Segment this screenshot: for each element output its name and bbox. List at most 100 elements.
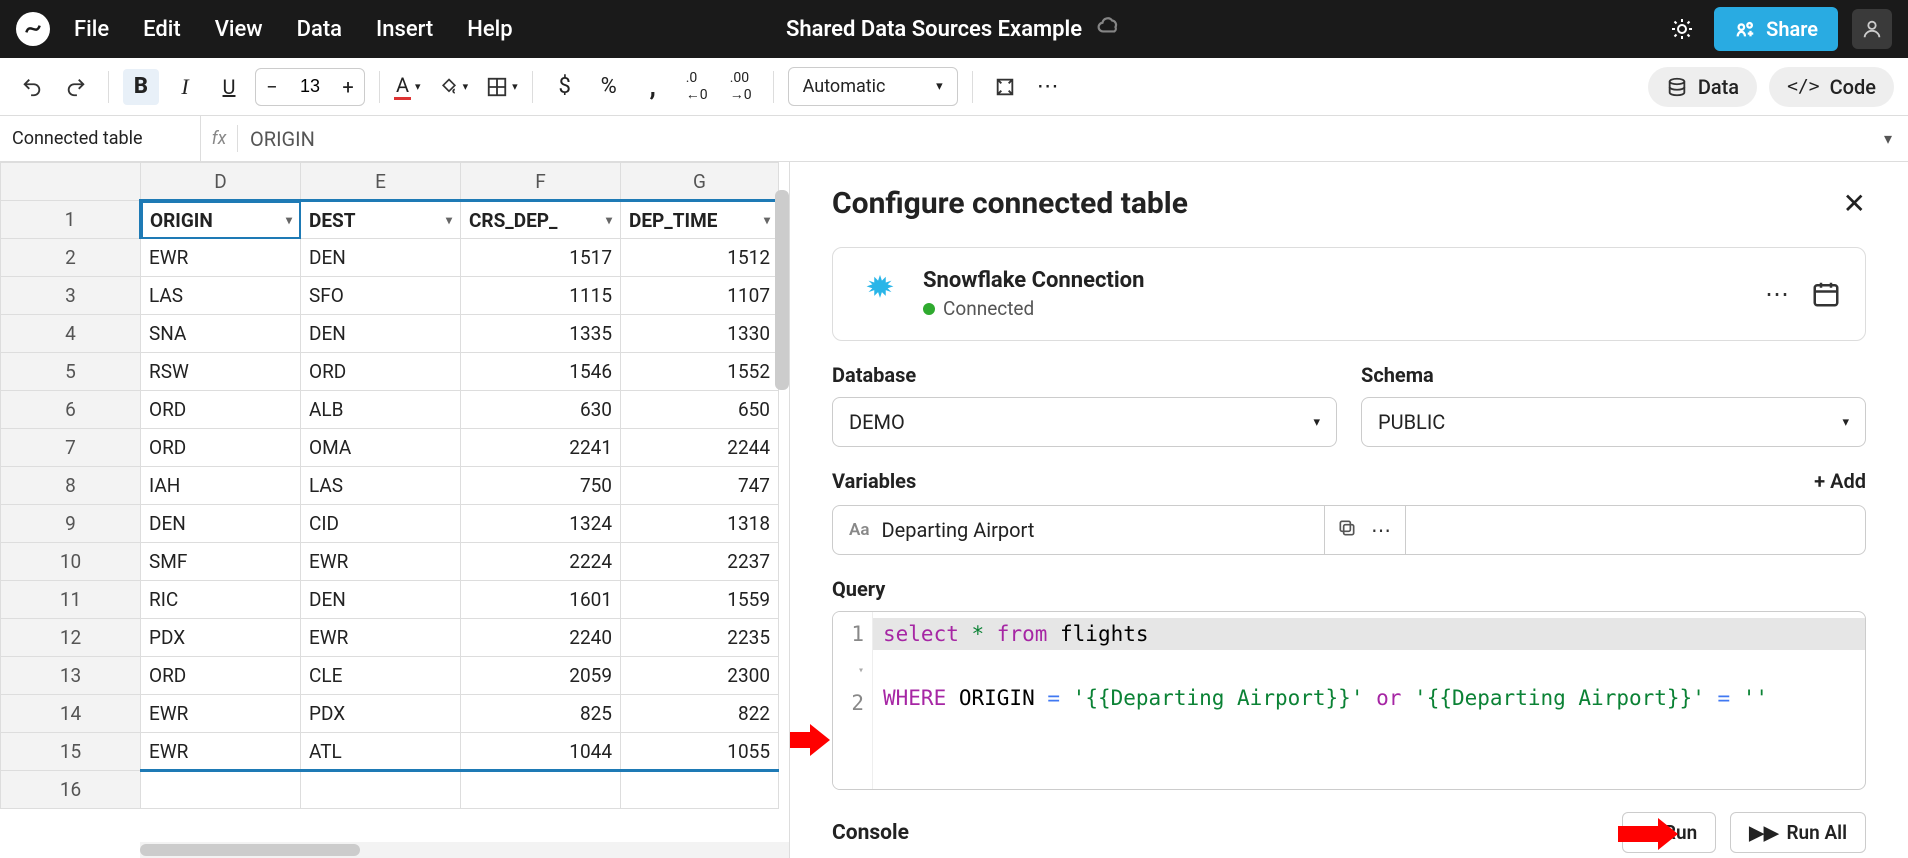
formula-input[interactable]: ORIGIN (238, 127, 1868, 151)
cell[interactable]: EWR (301, 543, 461, 581)
horizontal-scrollbar[interactable] (140, 842, 789, 858)
cell[interactable]: 2300 (621, 657, 779, 695)
table-header-cell[interactable]: DEST▾ (301, 201, 461, 239)
col-header-G[interactable]: G (621, 163, 779, 201)
underline-button[interactable]: U (211, 69, 247, 105)
cell[interactable]: PDX (301, 695, 461, 733)
cell[interactable]: ORD (141, 657, 301, 695)
calendar-icon[interactable] (1811, 279, 1841, 309)
col-header-E[interactable]: E (301, 163, 461, 201)
menu-insert[interactable]: Insert (376, 17, 433, 42)
cell[interactable]: 1324 (461, 505, 621, 543)
cell[interactable]: 1517 (461, 239, 621, 277)
text-color-button[interactable]: A ▾ (394, 73, 421, 100)
cell[interactable]: DEN (301, 315, 461, 353)
table-header-cell[interactable]: ORIGIN▾ (141, 201, 301, 239)
row-header[interactable]: 16 (1, 771, 141, 809)
font-size-decrease[interactable]: − (256, 75, 288, 99)
editor-body[interactable]: select * from flights WHERE ORIGIN = '{{… (873, 612, 1865, 789)
font-size-increase[interactable]: + (332, 75, 364, 99)
cell[interactable]: 822 (621, 695, 779, 733)
cell[interactable]: 1552 (621, 353, 779, 391)
row-header[interactable]: 3 (1, 277, 141, 315)
cloud-sync-icon[interactable] (1096, 13, 1122, 45)
row-header[interactable]: 2 (1, 239, 141, 277)
cell[interactable]: SFO (301, 277, 461, 315)
font-size-stepper[interactable]: − + (255, 68, 365, 106)
cell[interactable]: ALB (301, 391, 461, 429)
close-icon[interactable]: ✕ (1843, 187, 1866, 220)
database-select[interactable]: DEMO ▾ (832, 397, 1337, 447)
cell[interactable]: ORD (141, 429, 301, 467)
row-header[interactable]: 1 (1, 201, 141, 239)
bold-button[interactable]: B (123, 69, 159, 105)
filter-dropdown-icon[interactable]: ▾ (446, 213, 452, 227)
expand-button[interactable] (987, 69, 1023, 105)
row-header[interactable]: 15 (1, 733, 141, 771)
cell[interactable] (461, 771, 621, 809)
menu-view[interactable]: View (215, 17, 263, 42)
cell[interactable]: 1559 (621, 581, 779, 619)
cell[interactable] (621, 771, 779, 809)
row-header[interactable]: 8 (1, 467, 141, 505)
query-editor[interactable]: 1 ▾ 2 select * from flights WHERE ORIGIN… (832, 611, 1866, 790)
cell[interactable]: ORD (141, 391, 301, 429)
cell[interactable]: 1330 (621, 315, 779, 353)
cell[interactable]: ORD (301, 353, 461, 391)
cell[interactable]: 747 (621, 467, 779, 505)
user-menu-icon[interactable] (1852, 9, 1892, 49)
code-panel-toggle[interactable]: </> Code (1769, 67, 1894, 107)
cell[interactable]: DEN (301, 239, 461, 277)
schema-select[interactable]: PUBLIC ▾ (1361, 397, 1866, 447)
borders-button[interactable]: ▾ (486, 76, 518, 98)
connection-more-icon[interactable]: ⋯ (1765, 280, 1791, 308)
cell[interactable]: PDX (141, 619, 301, 657)
filter-dropdown-icon[interactable]: ▾ (764, 213, 770, 227)
currency-button[interactable]: $ (547, 69, 583, 105)
cell[interactable]: EWR (141, 239, 301, 277)
add-variable-button[interactable]: + Add (1814, 469, 1866, 493)
cell[interactable]: 750 (461, 467, 621, 505)
cell[interactable]: 650 (621, 391, 779, 429)
data-panel-toggle[interactable]: Data (1648, 67, 1757, 107)
menu-help[interactable]: Help (467, 17, 512, 42)
vertical-scrollbar[interactable] (775, 190, 789, 390)
formula-expand-icon[interactable]: ▾ (1868, 129, 1908, 148)
cell[interactable]: 2244 (621, 429, 779, 467)
filter-dropdown-icon[interactable]: ▾ (606, 213, 612, 227)
cell[interactable]: EWR (301, 619, 461, 657)
font-size-input[interactable] (288, 76, 332, 97)
row-header[interactable]: 13 (1, 657, 141, 695)
cell[interactable] (141, 771, 301, 809)
cell[interactable]: 1335 (461, 315, 621, 353)
cell[interactable]: SMF (141, 543, 301, 581)
cell[interactable]: CID (301, 505, 461, 543)
italic-button[interactable]: I (167, 69, 203, 105)
variable-value-input[interactable] (1406, 505, 1866, 555)
cell[interactable]: OMA (301, 429, 461, 467)
cell[interactable]: 825 (461, 695, 621, 733)
cell[interactable]: 1055 (621, 733, 779, 771)
cell[interactable]: 630 (461, 391, 621, 429)
undo-button[interactable] (14, 69, 50, 105)
cell[interactable]: 2240 (461, 619, 621, 657)
fx-icon[interactable]: fx (201, 128, 237, 149)
row-header[interactable]: 11 (1, 581, 141, 619)
cell[interactable]: DEN (301, 581, 461, 619)
increase-decimal-button[interactable]: .00→0 (723, 69, 759, 105)
variable-name-input[interactable]: Aa Departing Airport (832, 505, 1325, 555)
cell[interactable]: 2224 (461, 543, 621, 581)
calc-mode-select[interactable]: Automatic ▾ (788, 67, 958, 106)
row-header[interactable]: 5 (1, 353, 141, 391)
col-header-F[interactable]: F (461, 163, 621, 201)
cell[interactable]: 1044 (461, 733, 621, 771)
row-header[interactable]: 14 (1, 695, 141, 733)
fill-color-button[interactable]: ▾ (439, 77, 469, 97)
cell[interactable]: EWR (141, 733, 301, 771)
filter-dropdown-icon[interactable]: ▾ (286, 213, 292, 227)
menu-edit[interactable]: Edit (143, 17, 181, 42)
cell[interactable] (301, 771, 461, 809)
menu-file[interactable]: File (74, 17, 109, 42)
comma-button[interactable]: , (635, 69, 671, 105)
cell[interactable]: 2059 (461, 657, 621, 695)
